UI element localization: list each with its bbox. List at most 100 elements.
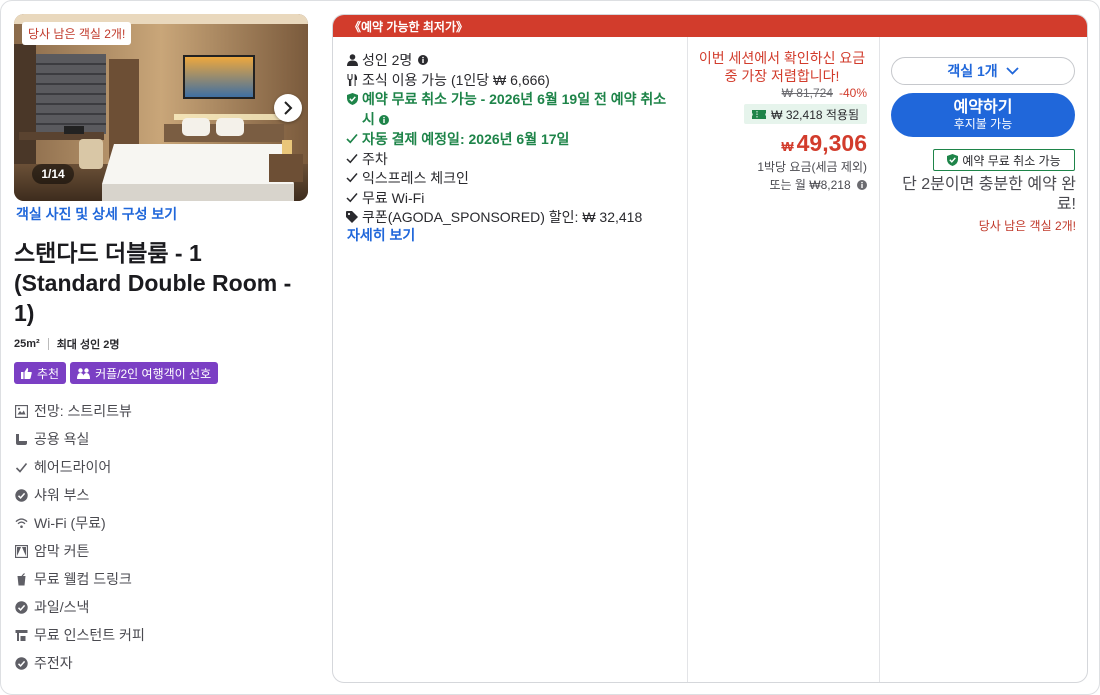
photo-counter: 1/14 [32,164,74,184]
next-photo-button[interactable] [274,94,302,122]
thumbs-up-icon [21,367,32,379]
room-quantity-select[interactable]: 객실 1개 [891,57,1075,85]
room-meta: 25m² 최대 성인 2명 [14,336,120,352]
amenity-label: 헤어드라이어 [34,459,112,475]
room-photos-link[interactable]: 객실 사진 및 상세 구성 보기 [16,204,177,224]
pay-later-label: 후지불 가능 [953,117,1013,131]
drink-icon [15,572,28,586]
column-divider [687,37,688,682]
amenity-item: 전망: 스트리트뷰 [15,397,145,425]
person-icon [346,54,358,66]
benefit-occupancy: 성인 2명 [346,51,676,71]
meta-divider [47,338,49,350]
coupon-applied-text: ₩ 32,418 적용됨 [771,107,859,122]
recommended-tag: 추천 [14,362,67,384]
monthly-price-row: 또는 월 ₩8,218 [689,177,867,194]
couple-tag: 커플/2인 여행객이 선호 [70,362,219,384]
lowest-session-note: 이번 세션에서 확인하신 요금 중 가장 저렴합니다! [698,50,866,84]
benefit-text: 조식 이용 가능 (1인당 ₩ 6,666) [362,71,550,88]
max-occupancy: 최대 성인 2명 [56,339,120,351]
info-icon[interactable] [857,178,867,194]
amenity-item: 암막 커튼 [15,537,145,565]
amenity-item: 헤어드라이어 [15,453,145,481]
benefit-free-cancellation: 예약 무료 취소 가능 - 2026년 6월 19일 전 예약 취소 시 [346,90,676,130]
amenity-item: 주전자 [15,649,145,677]
amenity-item: 과일/스낵 [15,593,145,621]
free-cancellation-text: 예약 무료 취소 가능 [962,153,1061,168]
amenity-label: 암막 커튼 [34,543,90,559]
amenity-item: 무료 인스턴트 커피 [15,621,145,649]
benefit-auto-payment: 자동 결제 예정일: 2026년 6월 17일 [346,130,676,150]
check-icon [346,153,358,164]
benefit-text: 예약 무료 취소 가능 - 2026년 6월 19일 전 예약 취소 시 [362,90,676,130]
ticket-icon [752,109,767,119]
curtain-icon [15,544,28,558]
amenity-item: 샤워 부스 [15,481,145,509]
book-now-button[interactable]: 예약하기 후지불 가능 [891,93,1075,137]
amenity-label: 공용 욕실 [34,431,90,447]
price-column: 이번 세션에서 확인하신 요금 중 가장 저렴합니다! ₩ 81,724 -40%… [689,49,867,194]
per-night-label: 1박당 요금(세금 제외) [757,160,867,174]
room-quantity-value: 객실 1개 [947,63,998,79]
benefit-wifi: 무료 Wi-Fi [346,189,676,209]
amenity-list: 전망: 스트리트뷰 공용 욕실 헤어드라이어 샤워 부스 Wi-Fi (무료) [15,397,145,677]
benefit-express-checkin: 익스프레스 체크인 [346,169,676,189]
check-circle-icon [15,488,28,502]
check-circle-icon [15,600,28,614]
room-photo[interactable]: 당사 남은 객실 2개! 1/14 [14,14,308,201]
chevron-down-icon [1006,67,1019,75]
benefit-text-value: 예약 무료 취소 가능 - 2026년 6월 19일 전 예약 취소 시 [362,91,667,127]
check-circle-icon [15,656,28,670]
room-title: 스탠다드 더블룸 - 1 (Standard Double Room - 1) [14,240,292,326]
book-now-label: 예약하기 [953,99,1013,116]
more-details-link[interactable]: 자세히 보기 [347,225,415,245]
benefit-breakfast: 조식 이용 가능 (1인당 ₩ 6,666) [346,71,676,91]
amenity-label: Wi-Fi (무료) [34,515,106,531]
check-icon [346,133,358,144]
discount-percent: -40% [838,86,867,100]
benefit-list: 성인 2명 조식 이용 가능 (1인당 ₩ 6,666) 예약 무료 취소 가능… [346,51,676,228]
price-amount: 49,306 [796,130,867,156]
benefit-text: 자동 결제 예정일: 2026년 6월 17일 [362,131,570,147]
bath-icon [15,433,28,446]
benefit-text: 성인 2명 [362,52,413,68]
coffee-icon [15,629,28,642]
amenity-label: 전망: 스트리트뷰 [34,403,132,419]
amenity-item: 공용 욕실 [15,425,145,453]
monthly-price: 또는 월 ₩8,218 [769,178,851,192]
room-size: 25m² [14,338,40,350]
price-currency: ₩ [781,139,794,154]
tag-icon [346,211,358,223]
final-price: ₩49,306 [689,130,867,157]
recommended-tag-label: 추천 [37,366,60,381]
coupon-applied-badge: ₩ 32,418 적용됨 [744,104,867,124]
original-price: ₩ 81,724 [781,86,833,100]
view-icon [15,404,28,418]
shield-icon [947,154,959,166]
check-icon [346,172,358,183]
benefit-text: 익스프레스 체크인 [362,170,469,186]
chevron-right-icon [284,101,293,115]
column-divider [879,37,880,682]
booking-column: 객실 1개 예약하기 후지불 가능 예약 무료 취소 가능 단 2분이면 충분한… [891,57,1076,234]
amenity-label: 주전자 [34,655,73,671]
amenity-label: 샤워 부스 [34,487,90,503]
free-cancellation-badge: 예약 무료 취소 가능 [933,149,1075,171]
benefit-text: 주차 [362,150,388,167]
lowest-price-banner: 《예약 가능한 최저가》 [333,15,1087,37]
benefit-parking: 주차 [346,150,676,170]
amenity-label: 무료 인스턴트 커피 [34,627,145,643]
check-icon [15,461,28,474]
rooms-left-badge: 당사 남은 객실 2개! [22,22,132,45]
room-card: 당사 남은 객실 2개! 1/14 객실 사진 및 상세 구성 보기 스탠다드 … [0,0,1100,695]
amenity-label: 무료 웰컴 드링크 [34,571,132,587]
couple-tag-label: 커플/2인 여행객이 선호 [95,366,212,381]
room-tags: 추천 커플/2인 여행객이 선호 [14,362,219,384]
offer-panel: 《예약 가능한 최저가》 성인 2명 조식 이용 가능 (1인당 ₩ 6,666… [332,14,1088,683]
amenity-item: Wi-Fi (무료) [15,509,145,537]
info-icon[interactable] [418,55,429,65]
shield-icon [346,93,358,105]
amenity-item: 무료 웰컴 드링크 [15,565,145,593]
info-icon[interactable] [378,111,389,131]
benefit-text: 무료 Wi-Fi [362,189,425,206]
